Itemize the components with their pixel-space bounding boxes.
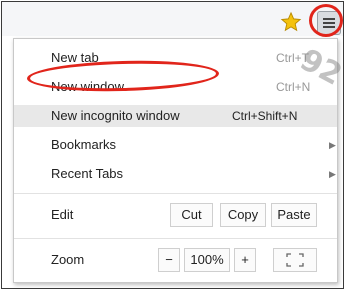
menu-divider xyxy=(14,238,337,239)
browser-toolbar xyxy=(2,2,343,36)
zoom-in-button[interactable]: + xyxy=(234,248,256,272)
zoom-out-button[interactable]: − xyxy=(158,248,180,272)
edit-label: Edit xyxy=(51,207,74,222)
cut-button[interactable]: Cut xyxy=(170,203,213,227)
zoom-level: 100% xyxy=(184,248,230,272)
chevron-right-icon: ▶ xyxy=(329,140,336,150)
fullscreen-icon xyxy=(286,253,304,267)
menu-item-label: Recent Tabs xyxy=(51,166,124,181)
menu-divider xyxy=(14,193,337,194)
menu-button-highlight-circle xyxy=(309,4,343,37)
paste-button[interactable]: Paste xyxy=(271,203,317,227)
menu-item-label: Bookmarks xyxy=(51,137,117,152)
chevron-right-icon: ▶ xyxy=(329,169,336,179)
menu-item-new-incognito-window[interactable]: New incognito window Ctrl+Shift+N xyxy=(14,105,337,127)
menu-item-recent-tabs[interactable]: Recent Tabs ▶ xyxy=(14,163,337,185)
menu-item-label: New incognito window xyxy=(51,108,180,123)
copy-button[interactable]: Copy xyxy=(220,203,266,227)
star-icon[interactable] xyxy=(280,11,302,33)
menu-item-shortcut: Ctrl+Shift+N xyxy=(232,109,298,123)
zoom-label: Zoom xyxy=(51,252,85,267)
menu-item-bookmarks[interactable]: Bookmarks ▶ xyxy=(14,134,337,156)
fullscreen-button[interactable] xyxy=(273,248,317,272)
